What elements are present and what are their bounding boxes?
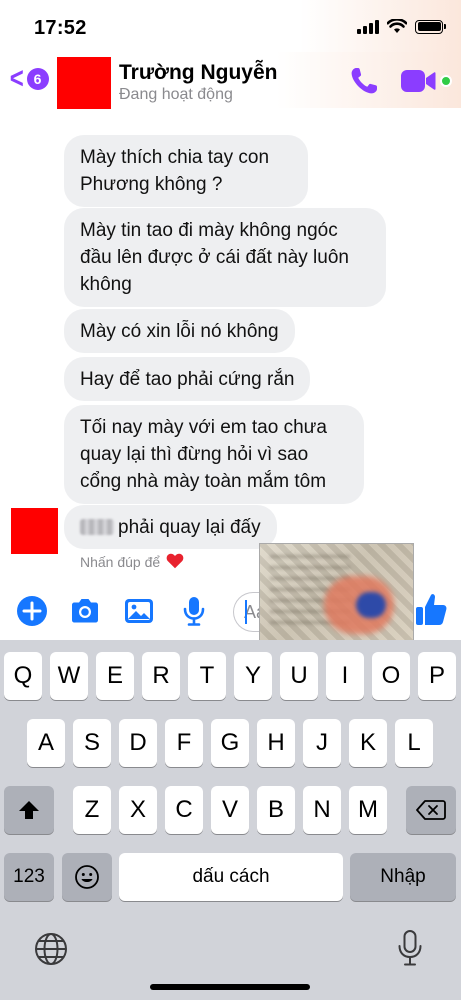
space-key[interactable]: dấu cách (119, 853, 343, 901)
key-m[interactable]: M (349, 786, 387, 834)
plus-circle-icon[interactable] (15, 594, 49, 628)
reaction-hint-text: Nhấn đúp để (80, 554, 161, 570)
message-bubble[interactable]: Mày tin tao đi mày không ngóc đầu lên đư… (64, 208, 386, 307)
key-i[interactable]: I (326, 652, 364, 700)
key-n[interactable]: N (303, 786, 341, 834)
shift-arrow-icon (19, 801, 39, 819)
keyboard: Q W E R T Y U I O P A S D F G H J K L Z … (0, 640, 461, 1000)
shift-key[interactable] (4, 786, 54, 834)
message-text: phải quay lại đấy (118, 517, 261, 538)
chevron-left-icon: < (9, 62, 24, 95)
key-x[interactable]: X (119, 786, 157, 834)
message-bubble[interactable]: Hay để tao phải cứng rắn (64, 357, 311, 401)
contact-name[interactable]: Trường Nguyễn (119, 61, 277, 85)
microphone-icon[interactable] (177, 594, 211, 628)
dictation-microphone-icon[interactable] (395, 928, 425, 968)
key-g[interactable]: G (211, 719, 249, 767)
wifi-icon (387, 19, 407, 33)
emoji-smiley-icon (75, 865, 99, 889)
sender-avatar[interactable] (11, 508, 58, 554)
back-button[interactable]: < 6 (8, 64, 49, 94)
globe-icon[interactable] (32, 930, 70, 968)
contact-avatar[interactable] (57, 57, 111, 109)
key-z[interactable]: Z (73, 786, 111, 834)
home-indicator (150, 984, 310, 990)
thumbs-up-icon[interactable] (414, 591, 448, 629)
key-b[interactable]: B (257, 786, 295, 834)
video-call-icon[interactable] (400, 68, 436, 94)
return-key[interactable]: Nhập (350, 853, 456, 901)
key-r[interactable]: R (142, 652, 180, 700)
unread-count-badge: 6 (26, 68, 49, 90)
key-v[interactable]: V (211, 786, 249, 834)
numbers-key[interactable]: 123 (4, 853, 54, 901)
contact-active-status: Đang hoạt động (119, 86, 233, 103)
online-status-dot (440, 75, 452, 87)
battery-icon (415, 19, 446, 34)
key-t[interactable]: T (188, 652, 226, 700)
text-caret (245, 600, 247, 624)
key-p[interactable]: P (418, 652, 456, 700)
heart-icon (166, 553, 184, 569)
key-d[interactable]: D (119, 719, 157, 767)
key-a[interactable]: A (27, 719, 65, 767)
message-bubble[interactable]: Mày thích chia tay con Phương không ? (64, 135, 308, 207)
key-s[interactable]: S (73, 719, 111, 767)
status-bar: 17:52 (0, 0, 461, 52)
key-e[interactable]: E (96, 652, 134, 700)
key-j[interactable]: J (303, 719, 341, 767)
status-time: 17:52 (34, 17, 87, 39)
backspace-key[interactable] (406, 786, 456, 834)
composer-toolbar: Aa (0, 585, 461, 640)
key-u[interactable]: U (280, 652, 318, 700)
key-w[interactable]: W (50, 652, 88, 700)
message-bubble[interactable]: phải quay lại đấy (64, 505, 277, 549)
key-f[interactable]: F (165, 719, 203, 767)
key-k[interactable]: K (349, 719, 387, 767)
message-bubble[interactable]: Mày có xin lỗi nó không (64, 309, 295, 353)
emoji-key[interactable] (62, 853, 112, 901)
message-bubble[interactable]: Tối nay mày với em tao chưa quay lại thì… (64, 405, 364, 504)
status-icons (357, 19, 446, 34)
conversation-header: < 6 Trường Nguyễn Đang hoạt động (0, 52, 461, 109)
key-y[interactable]: Y (234, 652, 272, 700)
redacted-text (80, 519, 114, 535)
camera-icon[interactable] (68, 594, 102, 628)
key-c[interactable]: C (165, 786, 203, 834)
reaction-hint: Nhấn đúp để (80, 552, 184, 570)
gallery-image-icon[interactable] (122, 594, 156, 628)
key-o[interactable]: O (372, 652, 410, 700)
backspace-icon (416, 800, 446, 820)
cellular-signal-icon (357, 19, 379, 34)
key-l[interactable]: L (395, 719, 433, 767)
phone-call-icon[interactable] (347, 64, 381, 98)
key-h[interactable]: H (257, 719, 295, 767)
key-q[interactable]: Q (4, 652, 42, 700)
